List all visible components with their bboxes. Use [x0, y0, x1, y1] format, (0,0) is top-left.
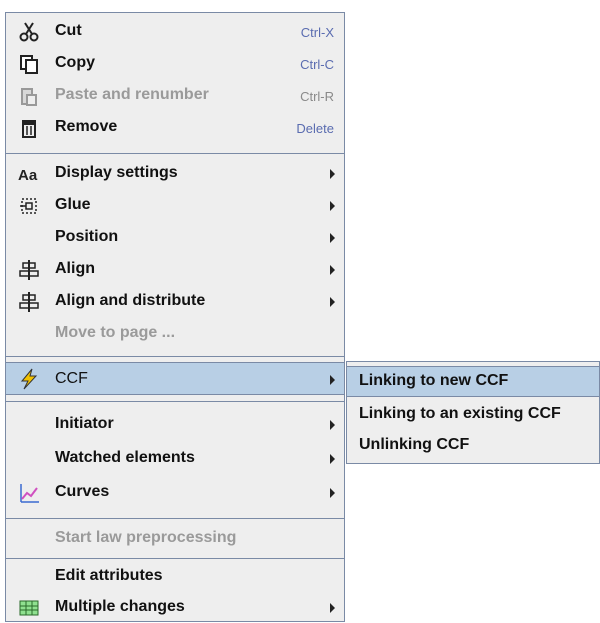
- shortcut-label: Ctrl-X: [300, 25, 334, 40]
- menu-item-multiple-changes[interactable]: Multiple changes: [6, 593, 344, 623]
- context-menu: Cut Ctrl-X Copy Ctrl-C Paste and renumbe…: [5, 12, 345, 622]
- menu-item-label: Glue: [55, 196, 91, 213]
- submenu-arrow-icon: [330, 375, 335, 385]
- menu-item-curves[interactable]: Curves: [6, 478, 344, 508]
- menu-item-label: Cut: [55, 22, 82, 39]
- menu-separator: [6, 153, 344, 154]
- menu-item-label: Initiator: [55, 415, 114, 432]
- align-distribute-icon: [19, 292, 39, 312]
- submenu-arrow-icon: [330, 454, 335, 464]
- menu-item-label: Paste and renumber: [55, 86, 209, 103]
- menu-item-label: Align: [55, 260, 95, 277]
- shortcut-label: Ctrl-R: [300, 89, 334, 104]
- menu-item-label: Linking to new CCF: [359, 372, 509, 389]
- menu-item-label: Remove: [55, 118, 118, 135]
- submenu-arrow-icon: [330, 603, 335, 613]
- shortcut-label: Delete: [296, 121, 334, 136]
- menu-item-linking-to-new-ccf[interactable]: Linking to new CCF: [347, 366, 599, 397]
- menu-item-label: Watched elements: [55, 449, 195, 466]
- grid-icon: [19, 600, 39, 616]
- menu-item-label: Start law preprocessing: [55, 529, 237, 546]
- menu-item-label: Curves: [55, 483, 110, 500]
- menu-item-unlinking-ccf[interactable]: Unlinking CCF: [347, 431, 599, 461]
- submenu-arrow-icon: [330, 201, 335, 211]
- menu-item-align-and-distribute[interactable]: Align and distribute: [6, 287, 344, 317]
- menu-item-display-settings[interactable]: Aa Display settings: [6, 159, 344, 189]
- menu-item-start-law-preprocessing[interactable]: Start law preprocessing: [6, 524, 344, 554]
- menu-item-label: Move to page ...: [55, 324, 176, 341]
- menu-item-label: Position: [55, 228, 119, 245]
- menu-item-copy[interactable]: Copy Ctrl-C: [6, 49, 344, 79]
- align-icon: [19, 260, 39, 280]
- menu-separator: [6, 518, 344, 519]
- menu-item-initiator[interactable]: Initiator: [6, 410, 344, 440]
- paste-icon: [21, 88, 37, 106]
- menu-item-position[interactable]: Position: [6, 223, 344, 253]
- submenu-arrow-icon: [330, 169, 335, 179]
- menu-item-label: Display settings: [55, 164, 178, 181]
- lightning-icon: [20, 368, 38, 390]
- copy-icon: [20, 55, 38, 74]
- ccf-submenu: Linking to new CCF Linking to an existin…: [346, 361, 600, 464]
- menu-item-linking-to-existing-ccf[interactable]: Linking to an existing CCF: [347, 400, 599, 430]
- menu-separator: [6, 356, 344, 357]
- menu-item-glue[interactable]: Glue: [6, 191, 344, 221]
- menu-separator: [6, 401, 344, 402]
- menu-item-label: CCF: [55, 370, 88, 387]
- trash-icon: [22, 120, 36, 138]
- menu-item-remove[interactable]: Remove Delete: [6, 113, 344, 143]
- menu-item-watched-elements[interactable]: Watched elements: [6, 444, 344, 474]
- menu-item-ccf[interactable]: CCF: [6, 362, 344, 395]
- svg-text:Aa: Aa: [18, 167, 38, 184]
- glue-icon: [20, 198, 37, 214]
- shortcut-label: Ctrl-C: [300, 57, 334, 72]
- menu-item-label: Linking to an existing CCF: [359, 405, 561, 422]
- submenu-arrow-icon: [330, 297, 335, 307]
- menu-item-label: Align and distribute: [55, 292, 206, 309]
- scissors-icon: [19, 22, 39, 42]
- submenu-arrow-icon: [330, 420, 335, 430]
- menu-item-align[interactable]: Align: [6, 255, 344, 285]
- menu-item-cut[interactable]: Cut Ctrl-X: [6, 17, 344, 47]
- submenu-arrow-icon: [330, 265, 335, 275]
- submenu-arrow-icon: [330, 488, 335, 498]
- menu-item-paste-and-renumber[interactable]: Paste and renumber Ctrl-R: [6, 81, 344, 111]
- menu-separator: [6, 558, 344, 559]
- menu-item-edit-attributes[interactable]: Edit attributes: [6, 562, 344, 592]
- menu-item-move-to-page[interactable]: Move to page ...: [6, 319, 344, 349]
- menu-item-label: Multiple changes: [55, 598, 185, 615]
- menu-item-label: Unlinking CCF: [359, 436, 470, 453]
- menu-item-label: Copy: [55, 54, 95, 71]
- submenu-arrow-icon: [330, 233, 335, 243]
- font-icon: Aa: [18, 167, 38, 184]
- menu-item-label: Edit attributes: [55, 567, 163, 584]
- chart-icon: [20, 484, 39, 503]
